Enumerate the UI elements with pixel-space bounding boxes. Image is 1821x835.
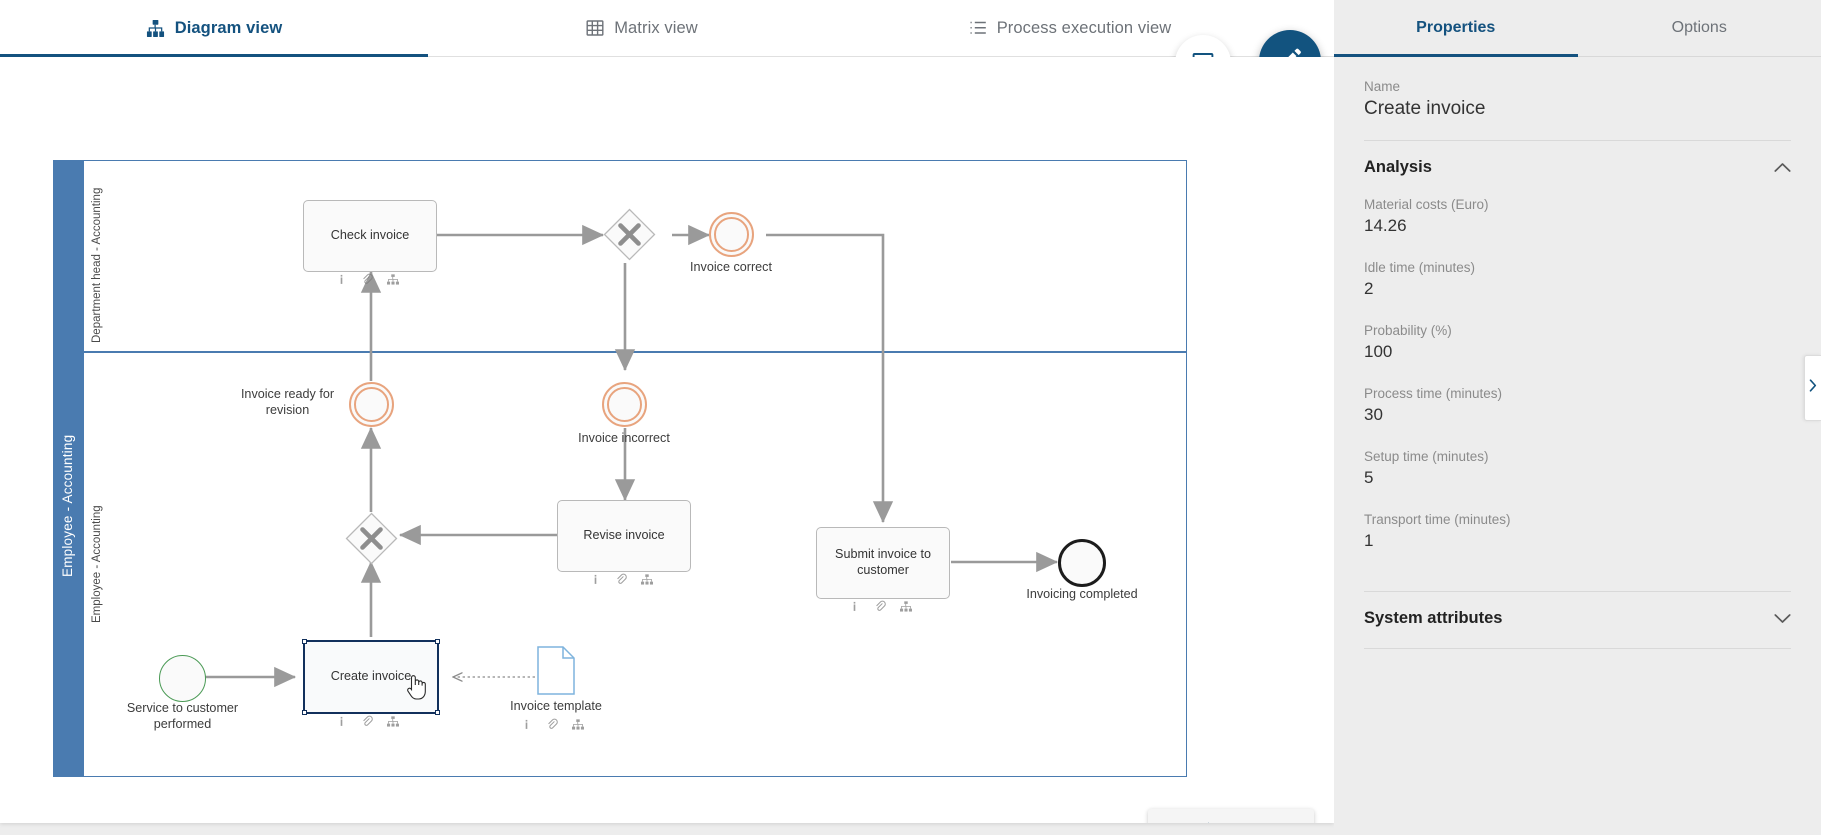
main-panel: Diagram view Matrix view Process executi… bbox=[0, 0, 1334, 823]
field-probability[interactable]: Probability (%) 100 bbox=[1364, 315, 1791, 378]
task-check-invoice[interactable]: Check invoice bbox=[303, 200, 437, 272]
event-invoice-ready-for-revision[interactable] bbox=[349, 382, 394, 427]
node-icons-submit-invoice bbox=[849, 600, 912, 612]
section-analysis-title: Analysis bbox=[1364, 158, 1432, 176]
field-setup-time-label: Setup time (minutes) bbox=[1364, 449, 1489, 464]
tab-options[interactable]: Options bbox=[1578, 0, 1821, 56]
tab-process-execution-view-label: Process execution view bbox=[996, 18, 1172, 37]
name-section: Name Create invoice bbox=[1334, 57, 1821, 140]
attachment-icon[interactable] bbox=[546, 718, 558, 730]
event-invoice-incorrect[interactable] bbox=[602, 382, 647, 427]
node-icons-create-invoice bbox=[336, 715, 399, 727]
field-process-time-label: Process time (minutes) bbox=[1364, 386, 1503, 401]
section-system-attributes-header[interactable]: System attributes bbox=[1334, 592, 1821, 640]
attachment-icon[interactable] bbox=[361, 715, 373, 727]
node-icons-invoice-template bbox=[521, 718, 584, 730]
tab-properties-label: Properties bbox=[1416, 19, 1496, 36]
view-tabbar: Diagram view Matrix view Process executi… bbox=[0, 0, 1334, 57]
field-idle-time-label: Idle time (minutes) bbox=[1364, 260, 1476, 275]
resize-handle-nw[interactable] bbox=[302, 639, 307, 644]
attachment-icon[interactable] bbox=[361, 273, 373, 285]
section-analysis-fields: Material costs (Euro) 14.26 Idle time (m… bbox=[1334, 189, 1821, 567]
attachment-icon[interactable] bbox=[615, 573, 627, 585]
info-icon[interactable] bbox=[590, 574, 601, 585]
field-probability-label: Probability (%) bbox=[1364, 323, 1452, 338]
task-create-invoice[interactable]: Create invoice bbox=[302, 639, 440, 715]
field-material-costs-value: 14.26 bbox=[1364, 216, 1407, 235]
gateway-invoice-check-split[interactable] bbox=[603, 208, 656, 261]
tab-diagram-view[interactable]: Diagram view bbox=[0, 0, 428, 57]
tab-matrix-view[interactable]: Matrix view bbox=[428, 0, 856, 56]
chevron-down-icon[interactable] bbox=[1774, 613, 1791, 624]
info-icon[interactable] bbox=[849, 601, 860, 612]
task-revise-invoice[interactable]: Revise invoice bbox=[557, 500, 691, 572]
field-process-time[interactable]: Process time (minutes) 30 bbox=[1364, 378, 1791, 441]
node-icons-revise-invoice bbox=[590, 573, 653, 585]
hierarchy-icon[interactable] bbox=[572, 718, 584, 730]
field-material-costs-label: Material costs (Euro) bbox=[1364, 197, 1489, 212]
tab-properties[interactable]: Properties bbox=[1334, 0, 1578, 57]
field-probability-value: 100 bbox=[1364, 342, 1393, 361]
properties-panel: Properties Options Name Create invoice A… bbox=[1334, 0, 1821, 835]
field-material-costs[interactable]: Material costs (Euro) 14.26 bbox=[1364, 189, 1791, 252]
org-chart-icon bbox=[146, 19, 165, 38]
diagram-canvas[interactable]: Employee - Accounting Department head - … bbox=[0, 57, 1334, 823]
resize-handle-sw[interactable] bbox=[302, 710, 307, 715]
hierarchy-icon[interactable] bbox=[641, 573, 653, 585]
field-transport-time-value: 1 bbox=[1364, 531, 1374, 550]
node-icons-check-invoice bbox=[336, 273, 399, 285]
center-icon[interactable] bbox=[1197, 822, 1220, 823]
grid-icon bbox=[586, 19, 604, 37]
panel-collapse-handle[interactable] bbox=[1804, 355, 1821, 421]
hierarchy-icon[interactable] bbox=[900, 600, 912, 612]
zoom-toolbar: 100 % bbox=[1148, 809, 1314, 823]
task-create-invoice-label: Create invoice bbox=[330, 669, 412, 684]
section-analysis-header[interactable]: Analysis bbox=[1334, 141, 1821, 189]
info-icon[interactable] bbox=[336, 274, 347, 285]
gateway-revision-merge[interactable] bbox=[345, 512, 398, 565]
task-submit-invoice-to-customer[interactable]: Submit invoice to customer bbox=[816, 527, 950, 599]
event-invoice-correct[interactable] bbox=[709, 212, 754, 257]
tab-diagram-view-label: Diagram view bbox=[174, 18, 283, 37]
info-icon[interactable] bbox=[521, 719, 532, 730]
task-submit-invoice-to-customer-label: Submit invoice to customer bbox=[835, 547, 931, 577]
field-name-value: Create invoice bbox=[1364, 98, 1486, 119]
connector-layer bbox=[204, 224, 1059, 688]
field-name-label: Name bbox=[1364, 79, 1401, 94]
data-object-invoice-template[interactable] bbox=[537, 646, 575, 695]
resize-handle-se[interactable] bbox=[435, 710, 440, 715]
field-name[interactable]: Name Create invoice bbox=[1364, 57, 1791, 140]
field-transport-time[interactable]: Transport time (minutes) 1 bbox=[1364, 504, 1791, 567]
field-setup-time-value: 5 bbox=[1364, 468, 1374, 487]
event-service-to-customer-performed[interactable] bbox=[159, 655, 206, 702]
field-process-time-value: 30 bbox=[1364, 405, 1383, 424]
field-setup-time[interactable]: Setup time (minutes) 5 bbox=[1364, 441, 1791, 504]
list-icon bbox=[969, 19, 987, 37]
tab-options-label: Options bbox=[1671, 19, 1727, 36]
chevron-up-icon[interactable] bbox=[1774, 162, 1791, 173]
event-invoicing-completed[interactable] bbox=[1058, 539, 1106, 587]
hierarchy-icon[interactable] bbox=[387, 273, 399, 285]
application-root: Diagram view Matrix view Process executi… bbox=[0, 0, 1821, 835]
chevron-right-icon bbox=[1809, 379, 1817, 397]
divider-system-attributes bbox=[1364, 648, 1791, 649]
field-idle-time[interactable]: Idle time (minutes) 2 bbox=[1364, 252, 1791, 315]
bpmn-diagram: Employee - Accounting Department head - … bbox=[0, 57, 1334, 823]
hierarchy-icon[interactable] bbox=[387, 715, 399, 727]
field-transport-time-label: Transport time (minutes) bbox=[1364, 512, 1511, 527]
section-system-attributes-title: System attributes bbox=[1364, 609, 1503, 627]
resize-handle-ne[interactable] bbox=[435, 639, 440, 644]
field-idle-time-value: 2 bbox=[1364, 279, 1374, 298]
properties-tabbar: Properties Options bbox=[1334, 0, 1821, 57]
info-icon[interactable] bbox=[336, 716, 347, 727]
tab-matrix-view-label: Matrix view bbox=[614, 18, 698, 37]
task-check-invoice-label: Check invoice bbox=[330, 228, 410, 243]
task-revise-invoice-label: Revise invoice bbox=[583, 528, 665, 543]
attachment-icon[interactable] bbox=[874, 600, 886, 612]
